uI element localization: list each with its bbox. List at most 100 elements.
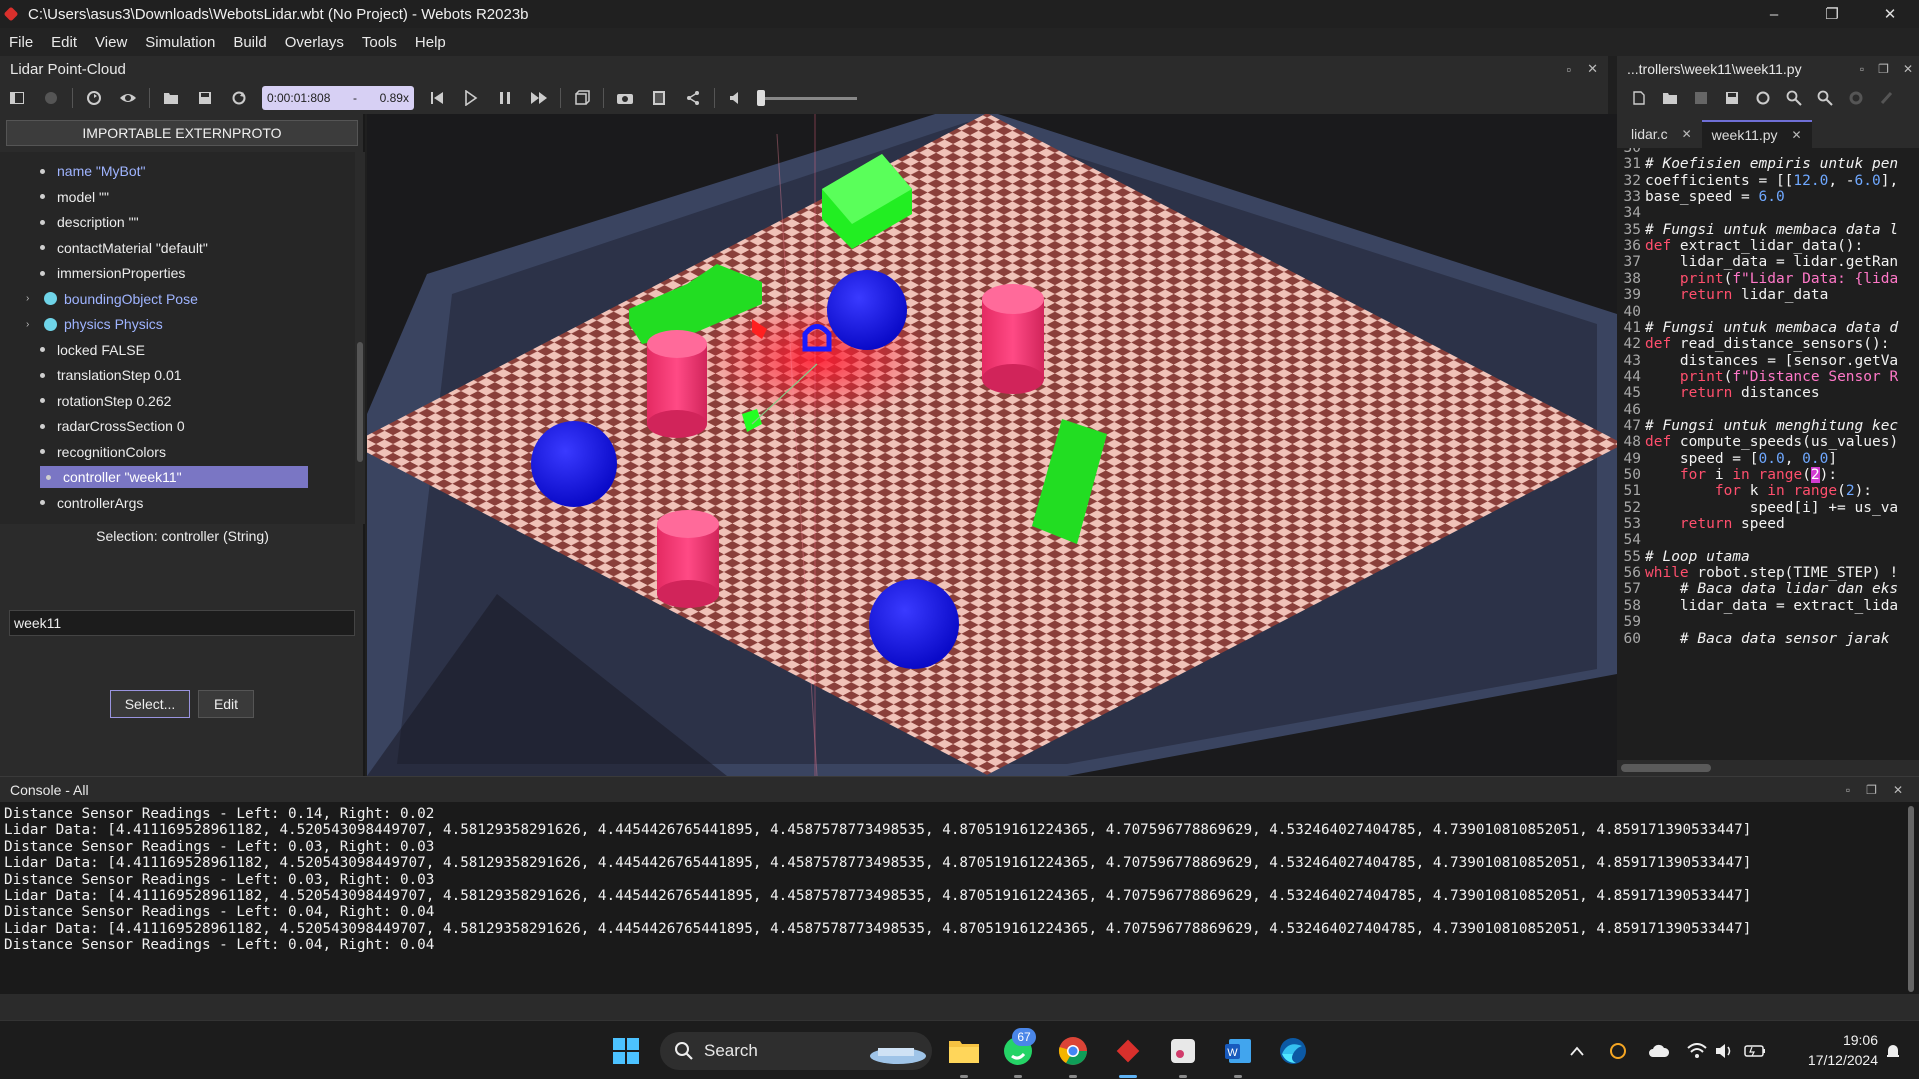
close-tab-icon[interactable]: ✕ [1792, 128, 1802, 142]
system-clock[interactable]: 19:06 17/12/2024 [1788, 1030, 1878, 1070]
save-file-icon[interactable] [1685, 84, 1716, 112]
edge-icon[interactable] [1275, 1033, 1311, 1069]
word-icon[interactable]: W [1220, 1033, 1256, 1069]
pause-icon[interactable] [488, 84, 522, 112]
editor-tab[interactable]: lidar.c ✕ [1621, 120, 1702, 148]
field-value-input[interactable] [9, 610, 355, 636]
maximize-button[interactable]: ❐ [1803, 0, 1861, 28]
mute-speaker-icon[interactable] [719, 84, 753, 112]
build-gear-icon[interactable] [1840, 84, 1871, 112]
new-file-icon[interactable] [1623, 84, 1654, 112]
console-output[interactable]: Distance Sensor Readings - Left: 0.14, R… [0, 802, 1919, 994]
float-panel-icon[interactable]: ▫ [1566, 62, 1571, 77]
file-explorer-icon[interactable] [946, 1033, 982, 1069]
menu-overlays[interactable]: Overlays [276, 34, 353, 51]
wifi-icon[interactable] [1686, 1040, 1708, 1062]
float-panel-icon[interactable]: ▫ [1846, 783, 1850, 797]
record-movie-icon[interactable] [642, 84, 676, 112]
play-icon[interactable] [454, 84, 488, 112]
code-line[interactable]: 60 # Baca data sensor jarak [1617, 631, 1919, 651]
fast-forward-icon[interactable] [522, 84, 556, 112]
menu-tools[interactable]: Tools [353, 34, 406, 51]
step-back-icon[interactable] [420, 84, 454, 112]
menu-file[interactable]: File [0, 34, 42, 51]
save-all-icon[interactable] [1716, 84, 1747, 112]
scene-tree-item[interactable]: contactMaterial "default" [40, 237, 208, 259]
open-world-icon[interactable] [154, 84, 188, 112]
battery-icon[interactable] [1744, 1040, 1766, 1062]
share-icon[interactable] [676, 84, 710, 112]
code-horizontal-scrollbar[interactable] [1617, 760, 1919, 776]
close-panel-icon[interactable]: ✕ [1587, 61, 1598, 77]
menu-build[interactable]: Build [224, 34, 275, 51]
menu-help[interactable]: Help [406, 34, 455, 51]
screenshot-camera-icon[interactable] [608, 84, 642, 112]
scene-tree-item[interactable]: › boundingObject Pose [26, 288, 198, 310]
close-tab-icon[interactable]: ✕ [1682, 127, 1692, 141]
editor-tab[interactable]: week11.py ✕ [1701, 120, 1812, 148]
expand-chevron-icon[interactable]: › [26, 293, 36, 304]
volume-icon[interactable] [1714, 1040, 1736, 1062]
select-button[interactable]: Select... [110, 690, 190, 718]
close-panel-icon[interactable]: ✕ [1893, 783, 1903, 797]
open-file-icon[interactable] [1654, 84, 1685, 112]
revert-icon[interactable] [1747, 84, 1778, 112]
scene-tree-item[interactable]: immersionProperties [40, 262, 185, 284]
find-icon[interactable] [1778, 84, 1809, 112]
sync-icon[interactable] [1607, 1040, 1629, 1062]
scene-tree-item[interactable]: recognitionColors [40, 441, 166, 463]
menu-view[interactable]: View [86, 34, 136, 51]
console-vertical-scrollbar[interactable] [1903, 802, 1919, 994]
chrome-icon[interactable] [1055, 1033, 1091, 1069]
edit-button[interactable]: Edit [198, 690, 254, 718]
expand-chevron-icon[interactable]: › [26, 319, 36, 330]
scene-tree-item-label: description "" [57, 214, 139, 230]
show-hidden-icons-chevron-icon[interactable] [1566, 1040, 1588, 1062]
view-eye-icon[interactable] [111, 84, 145, 112]
scene-tree-item[interactable]: rotationStep 0.262 [40, 390, 171, 412]
scene-tree-scrollbar[interactable] [355, 152, 365, 524]
float-panel-icon[interactable]: ▫ [1860, 62, 1864, 76]
scrollbar-thumb[interactable] [357, 342, 363, 462]
scene-tree-item[interactable]: translationStep 0.01 [40, 364, 182, 386]
replace-icon[interactable] [1809, 84, 1840, 112]
reset-simulation-icon[interactable] [222, 84, 256, 112]
maximize-panel-icon[interactable]: ❐ [1866, 783, 1877, 797]
view-panel-title: Lidar Point-Cloud [10, 60, 126, 78]
scene-tree-item[interactable]: controller "week11" [40, 466, 308, 488]
scene-tree-panel: IMPORTABLE EXTERNPROTO name "MyBot" model… [0, 114, 365, 776]
close-panel-icon[interactable]: ✕ [1903, 62, 1913, 76]
toggle-scene-tree-icon[interactable] [0, 84, 34, 112]
close-button[interactable]: ✕ [1861, 0, 1919, 28]
scene-tree-item[interactable]: name "MyBot" [40, 160, 146, 182]
scene-tree-item[interactable]: model "" [40, 186, 109, 208]
onedrive-cloud-icon[interactable] [1648, 1040, 1670, 1062]
rendering-toggle-icon[interactable] [565, 84, 599, 112]
volume-slider[interactable] [757, 89, 857, 107]
windows-start-icon[interactable] [608, 1033, 644, 1069]
scene-tree-item[interactable]: description "" [40, 211, 139, 233]
reload-world-icon[interactable] [77, 84, 111, 112]
scene-tree-item[interactable]: radarCrossSection 0 [40, 415, 185, 437]
running-indicator [1234, 1075, 1242, 1078]
scrollbar-thumb[interactable] [1621, 764, 1711, 772]
clean-broom-icon[interactable] [1871, 84, 1902, 112]
save-world-icon[interactable] [188, 84, 222, 112]
notification-bell-icon[interactable] [1882, 1040, 1904, 1062]
menu-edit[interactable]: Edit [42, 34, 86, 51]
menu-simulation[interactable]: Simulation [136, 34, 224, 51]
taskbar-search[interactable]: Search [660, 1032, 932, 1070]
scene-tree-item[interactable]: › physics Physics [26, 313, 163, 335]
add-node-icon[interactable] [34, 84, 68, 112]
3d-viewport[interactable] [367, 114, 1617, 776]
scrollbar-thumb[interactable] [1908, 806, 1914, 992]
importable-externproto-button[interactable]: IMPORTABLE EXTERNPROTO [6, 120, 358, 146]
code-editor[interactable]: 30 31 # Koefisien empiris untuk pen 32 coeff… [1617, 148, 1919, 760]
minimize-button[interactable]: – [1745, 0, 1803, 28]
snipping-tool-icon[interactable] [1165, 1033, 1201, 1069]
maximize-panel-icon[interactable]: ❐ [1878, 62, 1889, 76]
webots-icon[interactable] [1110, 1033, 1146, 1069]
volume-handle[interactable] [757, 90, 765, 106]
scene-tree-item[interactable]: controllerArgs [40, 492, 143, 514]
scene-tree-item[interactable]: locked FALSE [40, 339, 145, 361]
